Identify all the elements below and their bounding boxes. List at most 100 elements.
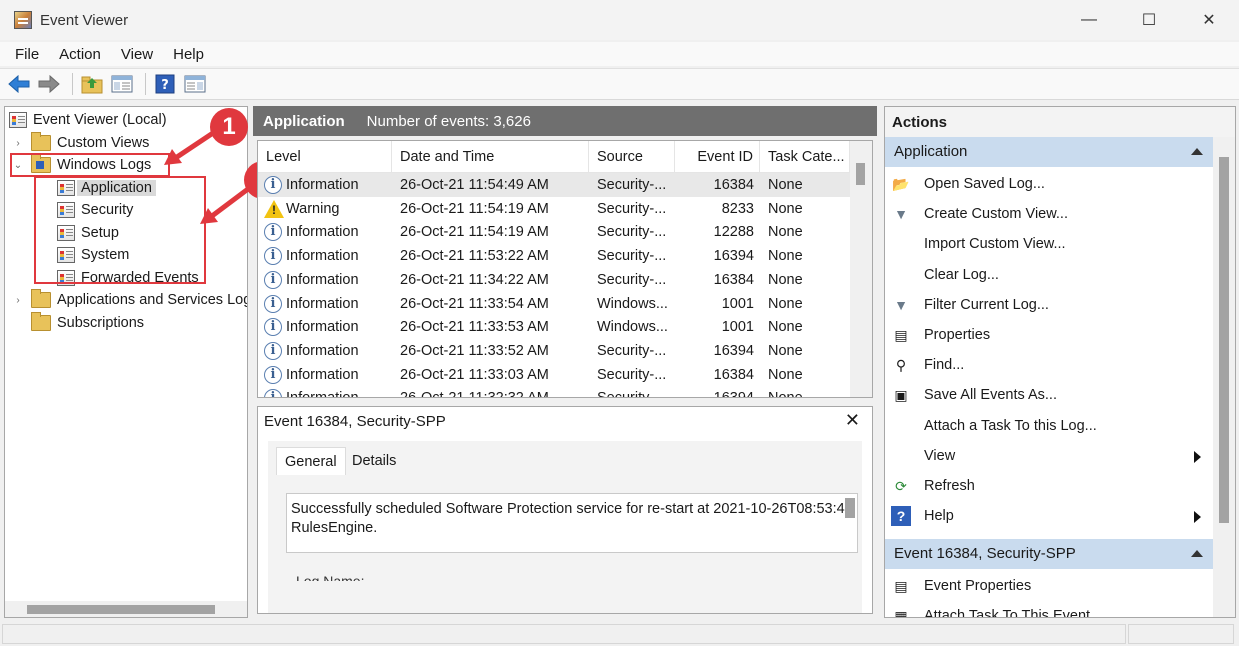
events-list: Level Date and Time Source Event ID Task…	[257, 140, 873, 398]
event-row[interactable]: i Information 26-Oct-21 11:32:32 AM Securit…	[258, 386, 850, 397]
cell-date-time: 26-Oct-21 11:34:22 AM	[400, 271, 549, 288]
close-button[interactable]: ✕	[1179, 0, 1239, 40]
menu-action[interactable]: Action	[52, 46, 108, 63]
cell-date-time: 26-Oct-21 11:54:19 AM	[400, 200, 549, 217]
action-label: Clear Log...	[924, 266, 999, 283]
close-details-button[interactable]: ✕	[845, 410, 860, 431]
menu-view[interactable]: View	[114, 46, 160, 63]
show-hide-action-pane-icon[interactable]	[182, 71, 208, 97]
event-row[interactable]: i Information 26-Oct-21 11:54:49 AM Securit…	[258, 173, 850, 197]
action-item[interactable]: Clear Log...	[885, 260, 1213, 290]
cell-event-id: 16384	[713, 271, 754, 288]
toolbar: ?	[0, 68, 1239, 100]
filter-funnel-icon: ▼	[894, 206, 908, 223]
column-date-time[interactable]: Date and Time	[392, 141, 589, 173]
tree-item-event-viewer-local[interactable]: Event Viewer (Local)	[9, 109, 167, 131]
actions-section-application[interactable]: Application	[885, 137, 1213, 167]
event-row[interactable]: i Information 26-Oct-21 11:33:53 AM Windows…	[258, 315, 850, 339]
collapse-caret-icon[interactable]	[1191, 550, 1203, 557]
tree-horizontal-scrollbar[interactable]	[5, 601, 247, 617]
cell-event-id: 1001	[721, 295, 754, 312]
scrollbar-thumb[interactable]	[856, 163, 865, 185]
event-row[interactable]: i Information 26-Oct-21 11:54:19 AM Securit…	[258, 220, 850, 244]
event-row[interactable]: i Information 26-Oct-21 11:33:52 AM Securit…	[258, 339, 850, 363]
cell-source: Security-...	[597, 271, 667, 288]
actions-section-event[interactable]: Event 16384, Security-SPP	[885, 539, 1213, 569]
event-description-text: Successfully scheduled Software Protecti…	[291, 500, 845, 538]
scrollbar-thumb[interactable]	[27, 605, 215, 614]
column-event-id[interactable]: Event ID	[675, 141, 760, 173]
actions-pane: Actions Application 📂 Open Saved Log... ▼ C…	[884, 106, 1236, 618]
tree-item-label: Applications and Services Logs	[57, 292, 248, 308]
action-label: Attach Task To This Event...	[924, 608, 1103, 618]
action-item[interactable]: ▤ Properties	[885, 320, 1213, 350]
cell-level: Warning	[286, 200, 340, 217]
action-item[interactable]: ▼ Create Custom View...	[885, 199, 1213, 229]
action-label: Open Saved Log...	[924, 176, 1045, 192]
back-arrow-icon[interactable]	[6, 71, 32, 97]
cell-task-category: None	[768, 177, 803, 193]
cell-level: Information	[286, 248, 359, 265]
events-vertical-scrollbar[interactable]	[850, 141, 872, 397]
annotation-box-logs	[34, 176, 206, 284]
column-source[interactable]: Source	[589, 141, 675, 173]
information-icon: i	[264, 270, 282, 289]
cell-source: Security-...	[597, 200, 667, 217]
chevron-right-icon[interactable]: ›	[11, 138, 25, 149]
action-icon-placeholder	[891, 416, 911, 436]
column-level[interactable]: Level	[258, 141, 392, 173]
maximize-button[interactable]: ☐	[1119, 0, 1179, 40]
action-item[interactable]: ▼ Filter Current Log...	[885, 290, 1213, 320]
action-item[interactable]: ▤ Event Properties	[885, 571, 1213, 601]
warning-icon	[264, 199, 284, 218]
action-label: View	[924, 447, 956, 464]
action-item[interactable]: View	[885, 441, 1213, 471]
collapse-caret-icon[interactable]	[1191, 148, 1203, 155]
minimize-button[interactable]: —	[1059, 0, 1119, 40]
show-hide-tree-icon[interactable]	[109, 71, 135, 97]
menu-help[interactable]: Help	[166, 46, 211, 63]
task-icon: ▦	[894, 607, 908, 618]
action-item[interactable]: ? Help	[885, 501, 1213, 531]
description-scrollbar-thumb[interactable]	[845, 498, 855, 518]
action-item[interactable]: ▦ Attach Task To This Event...	[885, 601, 1213, 618]
subscriptions-icon	[31, 312, 51, 331]
forward-arrow-icon[interactable]	[36, 71, 62, 97]
cell-source: Windows...	[597, 295, 668, 312]
tree-item-custom-views[interactable]: › Custom Views	[11, 132, 149, 154]
scrollbar-thumb[interactable]	[1219, 157, 1229, 523]
event-row[interactable]: i Information 26-Oct-21 11:33:54 AM Windows…	[258, 292, 850, 316]
tree-item-subscriptions[interactable]: Subscriptions	[31, 312, 144, 334]
action-item[interactable]: ⚲ Find...	[885, 350, 1213, 380]
chevron-right-icon[interactable]: ›	[11, 295, 25, 306]
cell-source: Security-...	[597, 366, 667, 383]
cell-event-id: 1001	[721, 319, 754, 336]
cell-date-time: 26-Oct-21 11:33:03 AM	[400, 366, 549, 383]
help-icon[interactable]: ?	[152, 71, 178, 97]
tab-general[interactable]: General	[276, 447, 346, 475]
action-label: Event Properties	[924, 578, 1032, 594]
submenu-arrow-icon	[1194, 511, 1201, 524]
column-task-category[interactable]: Task Cate...	[760, 141, 850, 173]
event-row[interactable]: Warning 26-Oct-21 11:54:19 AM Security-...…	[258, 197, 850, 221]
action-item[interactable]: ⟳ Refresh	[885, 471, 1213, 501]
action-item[interactable]: 📂 Open Saved Log...	[885, 169, 1213, 199]
cell-task-category: None	[768, 342, 803, 359]
up-folder-icon[interactable]	[79, 71, 105, 97]
actions-header: Actions	[885, 107, 1235, 137]
event-row[interactable]: i Information 26-Oct-21 11:33:03 AM Securit…	[258, 363, 850, 387]
tree-item-applications-services-logs[interactable]: › Applications and Services Logs	[11, 289, 248, 311]
actions-vertical-scrollbar[interactable]	[1213, 137, 1235, 617]
tab-details[interactable]: Details	[344, 447, 404, 475]
action-item[interactable]: Import Custom View...	[885, 229, 1213, 259]
action-item[interactable]: Attach a Task To this Log...	[885, 411, 1213, 441]
log-name-label: Log Name:	[296, 573, 365, 581]
folder-icon	[31, 132, 51, 151]
menu-file[interactable]: File	[8, 46, 46, 63]
section-label: Event 16384, Security-SPP	[894, 545, 1076, 562]
cell-task-category: None	[768, 366, 803, 383]
action-item[interactable]: ▣ Save All Events As...	[885, 380, 1213, 410]
event-row[interactable]: i Information 26-Oct-21 11:34:22 AM Securit…	[258, 268, 850, 292]
event-row[interactable]: i Information 26-Oct-21 11:53:22 AM Securit…	[258, 244, 850, 268]
cell-event-id: 16384	[713, 366, 754, 383]
